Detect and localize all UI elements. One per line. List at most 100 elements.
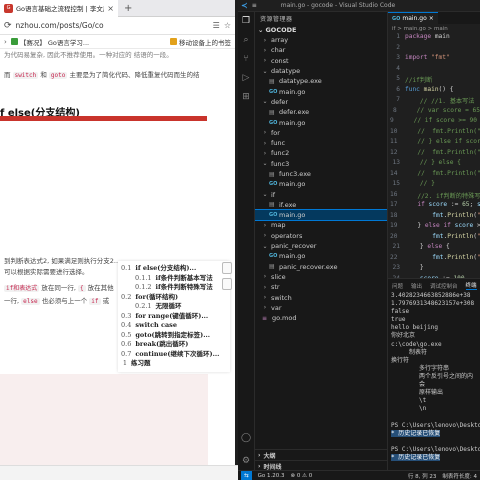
tree-label: var [271, 303, 282, 312]
chevron-right-icon: › [263, 46, 267, 54]
exe-file-icon: ▤ [269, 170, 275, 178]
tree-folder[interactable]: › var [255, 303, 387, 313]
timeline-section[interactable]: › 时间线 [255, 460, 387, 470]
tree-folder[interactable]: › operators [255, 231, 387, 241]
toc-item[interactable]: 1 练习题 [121, 359, 227, 369]
tree-file[interactable]: GO main.go [255, 251, 387, 261]
refresh-icon[interactable]: ⟳ [4, 21, 12, 31]
chevron-right-icon: › [263, 221, 267, 229]
copy-page-button[interactable] [222, 262, 232, 274]
tab-terminal[interactable]: 终端 [465, 281, 477, 290]
account-icon[interactable]: ◯ [241, 433, 251, 443]
menu-icon[interactable]: ≡ [252, 2, 257, 9]
chevron-right-icon: › [263, 232, 267, 240]
tab-problems[interactable]: 问题 [392, 282, 403, 290]
new-tab-button[interactable]: + [124, 3, 132, 14]
tree-label: slice [271, 272, 286, 281]
tree-file[interactable]: GO main.go [255, 179, 387, 189]
tree-file[interactable]: GO main.go [255, 86, 387, 96]
tree-file[interactable]: GO main.go [255, 117, 387, 127]
toc-item[interactable]: 0.4 switch case [121, 321, 227, 331]
problems-count[interactable]: ⊗ 0 ⚠ 0 [290, 473, 312, 479]
tree-folder[interactable]: ⌄ func3 [255, 159, 387, 169]
tree-folder[interactable]: › array [255, 35, 387, 45]
article-text: 为代码易复杂, 因此不推荐使用。一种对应的 结语的一段。 [4, 51, 173, 59]
url-field[interactable]: nzhou.com/posts/Go/co [16, 21, 209, 30]
breadcrumb[interactable]: if > main.go > main [388, 24, 480, 33]
tree-folder[interactable]: › switch [255, 292, 387, 302]
chevron-right-icon: › [263, 283, 267, 291]
tree-folder[interactable]: ⌄ panic_recover [255, 241, 387, 251]
go-version[interactable]: Go 1.20.3 [258, 473, 285, 479]
tree-folder[interactable]: ⌄ if [255, 189, 387, 199]
toc-item[interactable]: 0.3 for range(键值循环)... [121, 312, 227, 322]
scroll-top-button[interactable] [222, 278, 232, 290]
tree-folder[interactable]: › func [255, 138, 387, 148]
indent-setting[interactable]: 制表符长度: 4 [442, 472, 477, 480]
tree-folder[interactable]: › map [255, 220, 387, 230]
tree-file[interactable]: GO main.go [255, 209, 387, 222]
bookmark-star-icon[interactable]: ☆ [224, 21, 231, 30]
terminal-line: 换行符 [391, 356, 410, 364]
vscode-window: ≺ ≡ main.go - gocode - Visual Studio Cod… [238, 0, 480, 480]
chevron-right-icon: › [263, 273, 267, 281]
tree-label: go.mod [272, 314, 297, 323]
code-editor[interactable]: GO main.go × if > main.go > main 1 packag… [388, 12, 480, 278]
search-icon[interactable]: ⌕ [243, 35, 248, 45]
tree-folder[interactable]: › char [255, 45, 387, 55]
close-icon[interactable]: × [429, 15, 434, 22]
tree-file[interactable]: ▤ defer.exe [255, 107, 387, 117]
go-file-icon: GO [269, 119, 278, 126]
run-debug-icon[interactable]: ▷ [243, 73, 250, 83]
bookmark-arrow-icon[interactable]: › [4, 38, 7, 46]
tree-file[interactable]: ≡ go.mod [255, 313, 387, 323]
tab-debug-console[interactable]: 调试控制台 [430, 282, 458, 290]
toc-item[interactable]: 0.2.1 无限循环 [121, 302, 227, 312]
extensions-icon[interactable]: ⊞ [242, 92, 250, 102]
toc-item[interactable]: 0.2 for(循环结构) [121, 293, 227, 303]
outline-section[interactable]: › 大纲 [255, 449, 387, 460]
tree-folder[interactable]: › const [255, 56, 387, 66]
toc-item[interactable]: 0.6 break(跳出循环) [121, 340, 227, 350]
article-content: 为代码易复杂, 因此不推荐使用。一种对应的 结语的一段。 而 switch 和 … [0, 49, 235, 465]
tree-label: array [271, 36, 289, 45]
tree-folder[interactable]: › slice [255, 272, 387, 282]
remote-indicator-icon[interactable]: ⇆ [241, 470, 252, 480]
toc-item[interactable]: 0.1.1 if条件判断基本写法 [121, 274, 227, 284]
editor-tab-main-go[interactable]: GO main.go × [388, 12, 438, 24]
tree-label: if.exe [279, 200, 297, 209]
tree-folder[interactable]: › for [255, 128, 387, 138]
terminal-line: false [391, 308, 410, 316]
source-control-icon[interactable]: ⑂ [243, 54, 248, 64]
close-tab-icon[interactable]: × [107, 4, 114, 13]
tree-file[interactable]: ▤ func3.exe [255, 169, 387, 179]
workspace-root[interactable]: ⌄ GOCODE [255, 24, 387, 35]
tab-output[interactable]: 输出 [411, 282, 422, 290]
folder-icon [170, 38, 177, 45]
exe-file-icon: ▤ [269, 263, 275, 271]
mobile-bookmarks[interactable]: 移动设备上的书签 [170, 37, 231, 47]
cursor-position[interactable]: 行 8, 列 23 [408, 472, 437, 480]
tree-file[interactable]: ▤ panic_recover.exe [255, 262, 387, 272]
browser-tab[interactable]: G Go语言基础之流程控制 | 李文周 × [0, 0, 118, 17]
tree-folder[interactable]: › str [255, 282, 387, 292]
toc-item[interactable]: 0.7 continue(继续下次循环)... [121, 350, 227, 360]
tree-file[interactable]: ▤ datatype.exe [255, 76, 387, 86]
terminal-line: 原样输出 [419, 389, 444, 397]
chevron-down-icon: ⌄ [258, 25, 264, 34]
settings-gear-icon[interactable]: ⚙ [242, 456, 250, 466]
toc-item[interactable]: 0.1.2 if条件判断特殊写法 [121, 283, 227, 293]
reader-mode-icon[interactable]: ☰ [213, 21, 220, 30]
toc-item[interactable]: 0.1 if else(分支结构)... [121, 264, 227, 274]
terminal-output[interactable]: 3.4028234663852886e+38 1.7976931348623157… [388, 292, 480, 462]
explorer-icon[interactable]: ❐ [242, 16, 250, 26]
toc-item[interactable]: 0.5 goto(跳转到指定标签)... [121, 331, 227, 341]
chevron-down-icon: ⌄ [262, 67, 268, 75]
tree-file[interactable]: ▤ if.exe [255, 200, 387, 210]
tree-folder[interactable]: › func2 [255, 148, 387, 158]
vscode-titlebar: ≺ ≡ main.go - gocode - Visual Studio Cod… [238, 0, 480, 12]
tree-folder[interactable]: ⌄ defer [255, 97, 387, 107]
tree-folder[interactable]: ⌄ datatype [255, 66, 387, 76]
bookmark-item[interactable]: 【赛况】 Go语言学习... [10, 37, 89, 47]
tree-label: main.go [279, 252, 306, 261]
